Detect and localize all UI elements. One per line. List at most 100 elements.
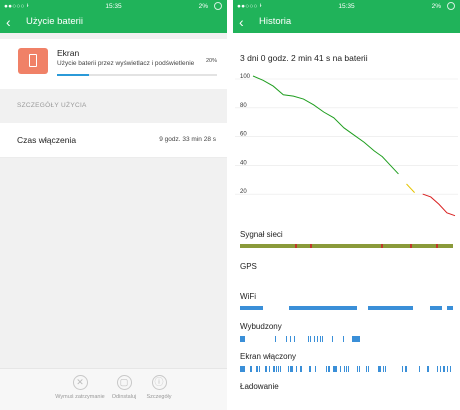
activity-tick bbox=[286, 336, 288, 342]
y-tick-label: 80 bbox=[240, 103, 247, 109]
activity-tick bbox=[355, 336, 357, 342]
activity-tick bbox=[383, 366, 385, 372]
timeline-label: Ładowanie bbox=[240, 382, 279, 391]
page-title: Historia bbox=[259, 16, 292, 27]
status-bar: ●●○○○ ᵻ 15:35 2% bbox=[0, 0, 227, 12]
activity-tick bbox=[310, 336, 312, 342]
activity-tick bbox=[359, 336, 361, 342]
activity-tick bbox=[272, 366, 274, 372]
activity-tick bbox=[293, 336, 295, 342]
activity-tick bbox=[310, 366, 312, 372]
activity-tick bbox=[280, 366, 282, 372]
activity-tick bbox=[314, 336, 316, 342]
activity-tick bbox=[259, 366, 261, 372]
on-time-value: 9 godz. 33 min 28 s bbox=[159, 136, 216, 143]
force-stop-icon: ✕ bbox=[72, 375, 88, 390]
activity-tick bbox=[273, 366, 275, 372]
activity-tick bbox=[317, 336, 319, 342]
status-time: 15:35 bbox=[105, 2, 122, 10]
history-screen: ●●○○○ ᵻ 15:35 2% ‹ Historia 3 dni 0 godz… bbox=[233, 0, 460, 410]
y-tick-label: 60 bbox=[240, 132, 247, 138]
usage-percent: 20% bbox=[205, 58, 217, 64]
activity-tick bbox=[287, 366, 289, 372]
activity-tick bbox=[325, 366, 327, 372]
activity-block bbox=[240, 366, 245, 372]
timeline-label: Sygnał sieci bbox=[240, 230, 283, 239]
activity-tick bbox=[265, 366, 267, 372]
battery-circle-icon bbox=[214, 2, 222, 10]
screen-icon bbox=[18, 48, 48, 74]
activity-tick bbox=[250, 366, 252, 372]
signal-drop-segment bbox=[435, 244, 438, 248]
timeline-track bbox=[240, 244, 453, 248]
wifi-active-segment bbox=[429, 306, 443, 310]
battery-line-segment bbox=[252, 75, 399, 175]
activity-tick bbox=[446, 366, 448, 372]
page-title: Użycie baterii bbox=[26, 16, 84, 27]
activity-tick bbox=[368, 366, 370, 372]
battery-circle-icon bbox=[447, 2, 455, 10]
activity-tick bbox=[333, 366, 335, 372]
activity-block bbox=[240, 336, 245, 342]
back-arrow-icon[interactable]: ‹ bbox=[6, 14, 11, 30]
activity-tick bbox=[377, 366, 379, 372]
activity-tick bbox=[385, 366, 387, 372]
activity-tick bbox=[308, 336, 310, 342]
usage-progress-bar bbox=[57, 74, 217, 76]
activity-block bbox=[354, 336, 356, 342]
activity-tick bbox=[449, 366, 451, 372]
battery-line-segment bbox=[406, 183, 415, 193]
activity-tick bbox=[309, 366, 311, 372]
wifi-active-segment bbox=[288, 306, 358, 310]
activity-tick bbox=[428, 366, 430, 372]
activity-tick bbox=[352, 336, 354, 342]
activity-tick bbox=[347, 366, 349, 372]
timeline-label: Ekran włączony bbox=[240, 352, 297, 361]
activity-tick bbox=[299, 366, 301, 372]
signal-drop-segment bbox=[380, 244, 383, 248]
battery-percent: 2% bbox=[431, 2, 441, 10]
details-button[interactable]: ⓘ Szczegóły bbox=[124, 375, 194, 400]
activity-tick bbox=[296, 366, 298, 372]
on-time-row: Czas włączenia 9 godz. 33 min 28 s bbox=[0, 123, 227, 158]
screen-usage-card[interactable]: Ekran Użycie baterii przez wyświetlacz i… bbox=[0, 39, 227, 89]
activity-tick bbox=[342, 336, 344, 342]
activity-tick bbox=[327, 366, 329, 372]
timeline-track bbox=[240, 366, 453, 372]
wifi-active-segment bbox=[240, 306, 264, 310]
action-bar: ✕ Wymuś zatrzymanie ▢ Odinstaluj ⓘ Szcze… bbox=[0, 368, 227, 410]
activity-tick bbox=[356, 366, 358, 372]
activity-tick bbox=[406, 366, 408, 372]
battery-usage-screen: ●●○○○ ᵻ 15:35 2% ‹ Użycie baterii Ekran … bbox=[0, 0, 227, 410]
activity-tick bbox=[268, 366, 270, 372]
back-arrow-icon[interactable]: ‹ bbox=[239, 14, 244, 30]
activity-tick bbox=[440, 366, 442, 372]
activity-tick bbox=[380, 366, 382, 372]
timeline-track bbox=[240, 396, 453, 402]
activity-tick bbox=[331, 336, 333, 342]
activity-tick bbox=[274, 336, 276, 342]
wifi-active-segment bbox=[446, 306, 453, 310]
activity-tick bbox=[437, 366, 439, 372]
activity-tick bbox=[401, 366, 403, 372]
status-bar: ●●○○○ ᵻ 15:35 2% bbox=[233, 0, 460, 12]
activity-tick bbox=[276, 366, 278, 372]
activity-tick bbox=[256, 366, 258, 372]
on-time-label: Czas włączenia bbox=[17, 135, 77, 145]
battery-level-chart: 100 80 60 40 20 bbox=[235, 74, 458, 217]
battery-line-segment bbox=[422, 193, 456, 217]
signal-drop-segment bbox=[310, 244, 313, 248]
activity-tick bbox=[290, 336, 292, 342]
activity-tick bbox=[329, 366, 331, 372]
y-tick-label: 40 bbox=[240, 160, 247, 166]
y-tick-label: 20 bbox=[240, 189, 247, 195]
section-title: SZCZEGÓŁY UŻYCIA bbox=[17, 102, 87, 109]
timeline-label: WiFi bbox=[240, 292, 256, 301]
activity-tick bbox=[345, 366, 347, 372]
activity-tick bbox=[321, 336, 323, 342]
activity-tick bbox=[359, 366, 361, 372]
timeline-track bbox=[240, 276, 453, 282]
y-tick-label: 100 bbox=[240, 74, 251, 80]
activity-tick bbox=[379, 366, 381, 372]
activity-tick bbox=[418, 366, 420, 372]
